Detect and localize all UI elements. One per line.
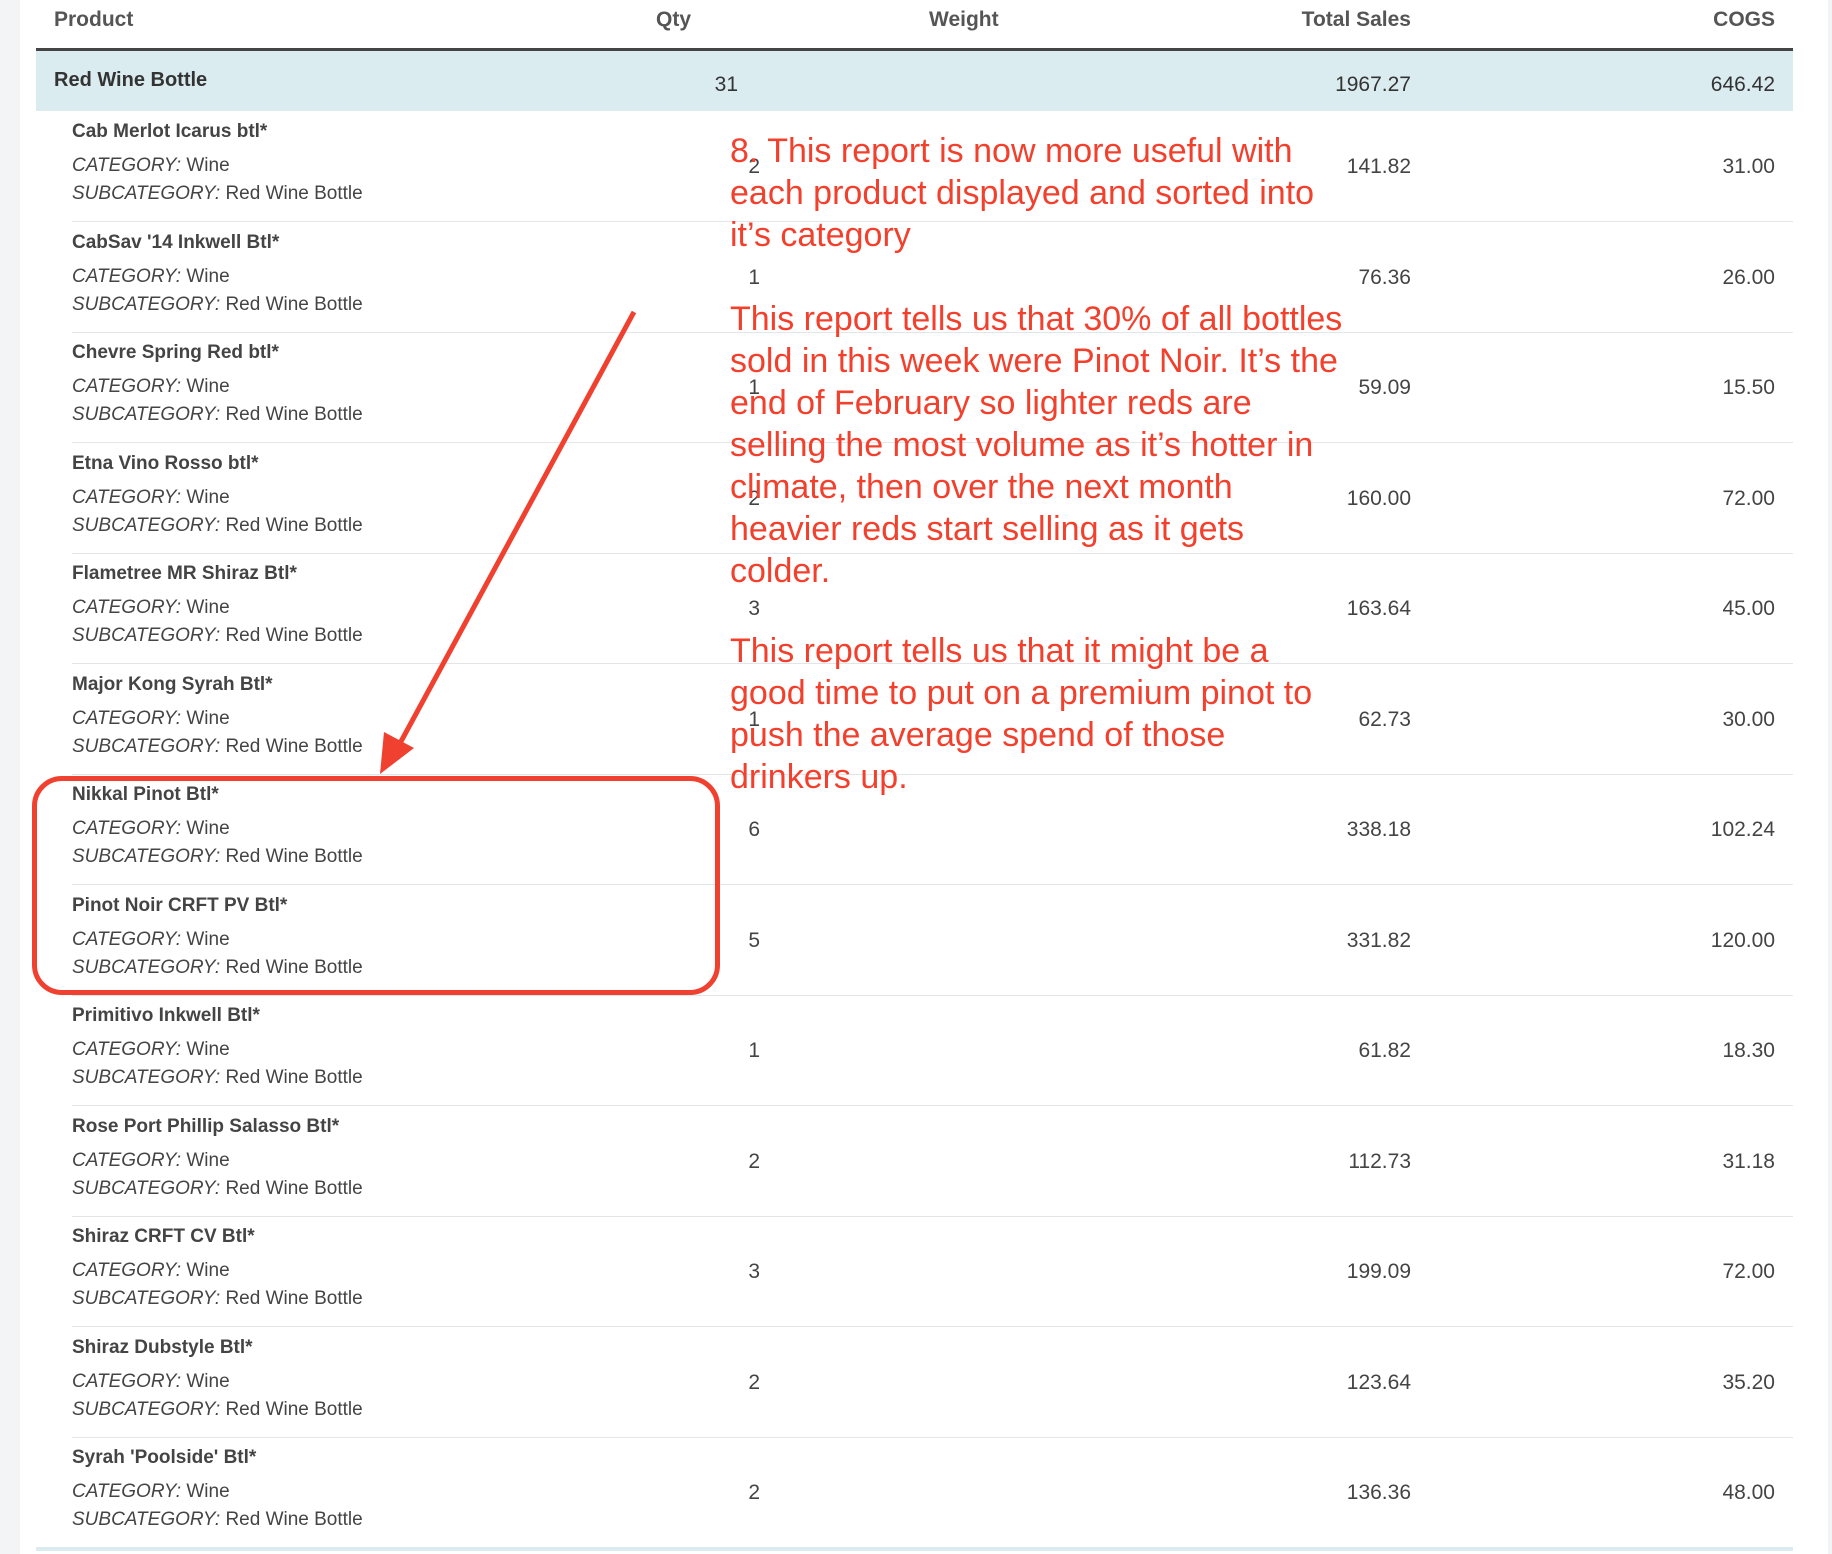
annotation-paragraph-1: 8. This report is now more useful with e… — [730, 132, 1315, 254]
table-bottom-border — [36, 1547, 1793, 1551]
annotation-paragraph-3: This report tells us that it might be a … — [730, 632, 1313, 796]
annotation-paragraph-2: This report tells us that 30% of all bot… — [730, 300, 1343, 590]
